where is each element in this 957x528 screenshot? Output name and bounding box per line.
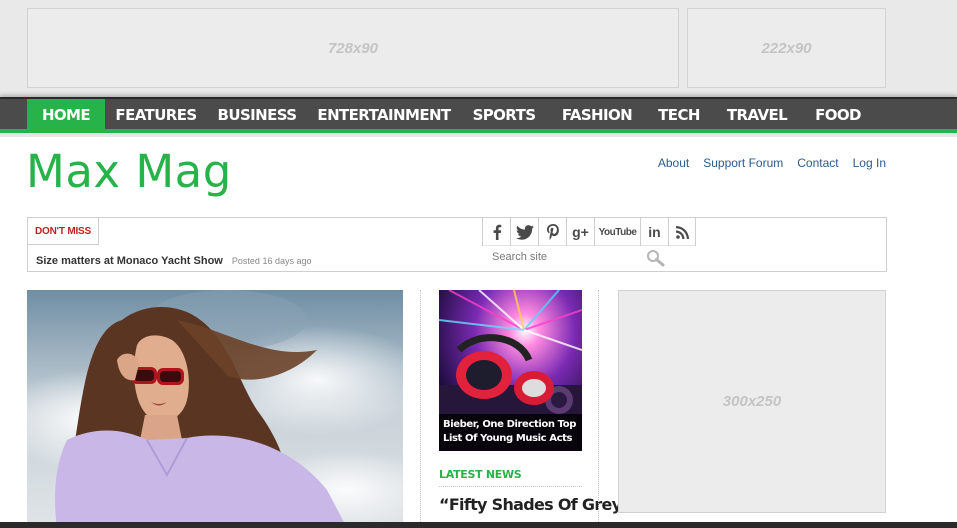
nav-item-fashion[interactable]: FASHION: [549, 99, 645, 131]
linkedin-text: in: [648, 224, 661, 240]
page-content: Max Mag About Support Forum Contact Log …: [0, 137, 957, 528]
ad-size-label: 222x90: [761, 39, 812, 57]
nav-item-entertainment[interactable]: ENTERTAINMENT: [309, 99, 459, 131]
linkedin-icon[interactable]: in: [640, 218, 668, 246]
nav-item-food[interactable]: FOOD: [803, 99, 873, 131]
latest-news-heading: LATEST NEWS: [439, 468, 522, 481]
latest-story-title[interactable]: “Fifty Shades Of Grey”: [439, 495, 632, 515]
dont-miss-label: DON'T MISS: [28, 218, 99, 245]
login-link[interactable]: Log In: [853, 156, 886, 170]
social-icons: g+ YouTube in: [482, 218, 696, 246]
footer-strip: [0, 522, 957, 528]
latest-news-divider: [439, 486, 582, 487]
main-navigation: HOME FEATURES BUSINESS ENTERTAINMENT SPO…: [0, 97, 957, 133]
ad-size-label: 300x250: [722, 393, 782, 410]
ticker-headline[interactable]: Size matters at Monaco Yacht Show Posted…: [36, 255, 311, 267]
column-divider: [598, 290, 599, 528]
google-plus-icon[interactable]: g+: [566, 218, 594, 246]
search-input[interactable]: Search site: [492, 251, 547, 263]
music-article-caption[interactable]: Bieber, One Direction Top List Of Young …: [439, 414, 582, 451]
youtube-text: YouTube: [598, 226, 637, 238]
site-logo[interactable]: Max Mag: [26, 145, 232, 198]
support-forum-link[interactable]: Support Forum: [703, 156, 783, 170]
contact-link[interactable]: Contact: [797, 156, 838, 170]
sidebar-ad[interactable]: 300x250: [618, 290, 886, 513]
nav-item-home[interactable]: HOME: [27, 99, 105, 131]
pinterest-icon[interactable]: [538, 218, 566, 246]
headline-date: Posted 16 days ago: [231, 256, 312, 266]
rss-icon[interactable]: [668, 218, 696, 246]
nav-item-sports[interactable]: SPORTS: [461, 99, 547, 131]
top-links: About Support Forum Contact Log In: [658, 156, 886, 170]
dont-miss-bar: DON'T MISS Size matters at Monaco Yacht …: [27, 217, 887, 272]
search-icon[interactable]: [646, 249, 666, 272]
nav-item-features[interactable]: FEATURES: [107, 99, 205, 131]
ad-size-label: 728x90: [327, 39, 379, 57]
nav-item-tech[interactable]: TECH: [647, 99, 711, 131]
google-plus-text: g+: [572, 224, 589, 240]
nav-item-travel[interactable]: TRAVEL: [713, 99, 801, 131]
headline-title[interactable]: Size matters at Monaco Yacht Show: [36, 255, 223, 267]
facebook-icon[interactable]: [482, 218, 510, 246]
leaderboard-ad[interactable]: 728x90: [27, 8, 679, 88]
small-ad[interactable]: 222x90: [687, 8, 886, 88]
featured-article-music[interactable]: Bieber, One Direction Top List Of Young …: [439, 290, 582, 451]
nav-item-business[interactable]: BUSINESS: [207, 99, 307, 131]
twitter-icon[interactable]: [510, 218, 538, 246]
column-divider: [420, 290, 421, 528]
hero-image[interactable]: [27, 290, 403, 528]
youtube-icon[interactable]: YouTube: [594, 218, 640, 246]
about-link[interactable]: About: [658, 156, 689, 170]
